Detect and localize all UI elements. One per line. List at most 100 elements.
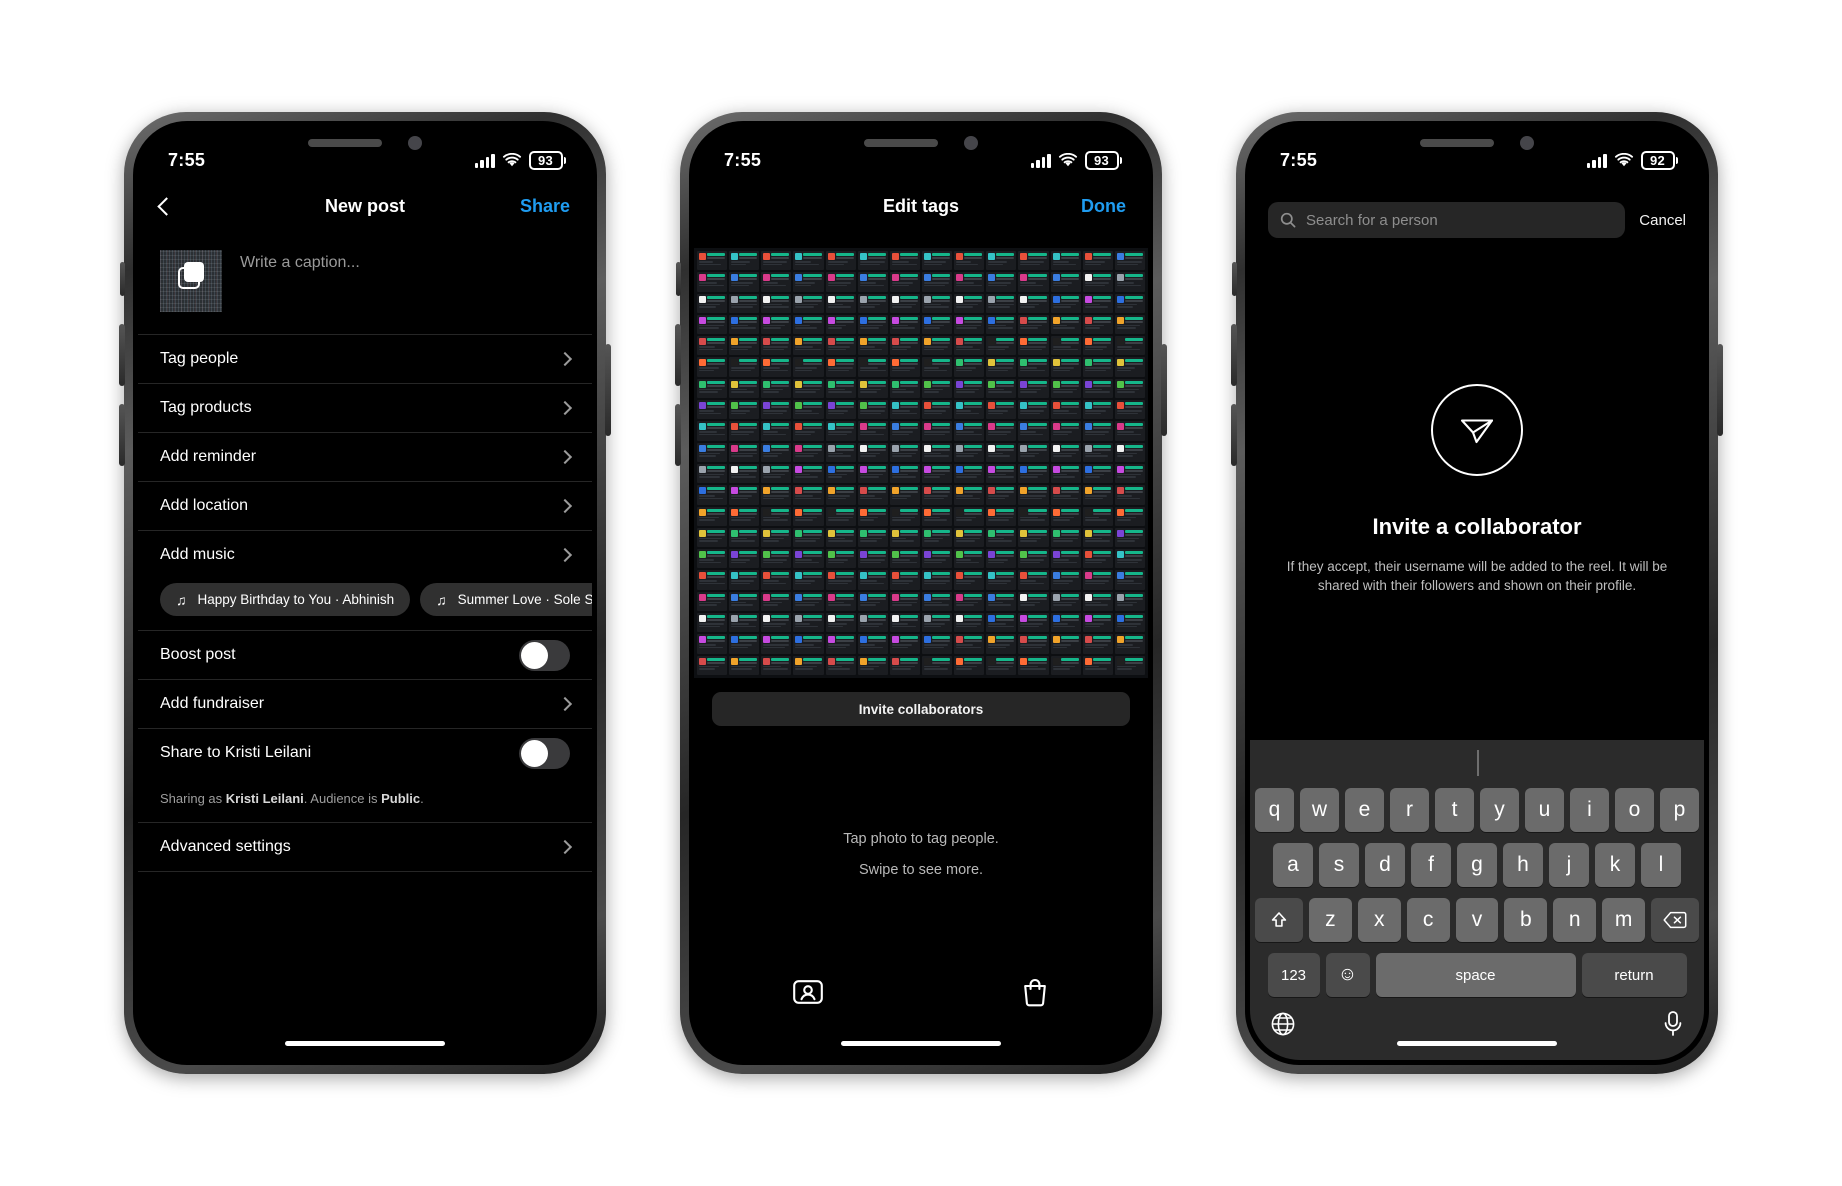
photo-grid-cell[interactable]	[825, 485, 856, 505]
volume-down-button[interactable]	[1231, 404, 1237, 466]
photo-grid-cell[interactable]	[986, 357, 1017, 377]
mute-switch[interactable]	[1232, 262, 1237, 296]
photo-grid-cell[interactable]	[729, 634, 760, 654]
photo-grid-cell[interactable]	[954, 463, 985, 484]
photo-grid-cell[interactable]	[1082, 442, 1113, 462]
photo-grid-cell[interactable]	[825, 527, 856, 548]
volume-down-button[interactable]	[119, 404, 125, 466]
photo-grid-cell[interactable]	[825, 272, 856, 292]
photo-grid-cell[interactable]	[1018, 591, 1049, 612]
photo-grid-cell[interactable]	[729, 442, 760, 462]
photo-grid-cell[interactable]	[761, 400, 792, 420]
photo-grid-cell[interactable]	[825, 463, 856, 484]
photo-grid-cell[interactable]	[954, 421, 985, 441]
music-chip[interactable]: ♫ Happy Birthday to You · Abhinish	[160, 583, 411, 616]
photo-grid-cell[interactable]	[697, 357, 728, 377]
photo-grid-cell[interactable]	[697, 400, 728, 420]
photo-grid-cell[interactable]	[921, 463, 953, 484]
photo-grid-cell[interactable]	[1114, 314, 1145, 335]
photo-grid-cell[interactable]	[793, 570, 824, 590]
home-indicator[interactable]	[1397, 1041, 1557, 1046]
row-share-to-profile[interactable]: Share to Kristi Leilani	[138, 729, 592, 777]
photo-grid-cell[interactable]	[761, 251, 792, 271]
photo-grid-cell[interactable]	[921, 442, 953, 462]
dictation-key[interactable]	[1662, 1010, 1684, 1038]
key-b[interactable]: b	[1504, 898, 1548, 942]
photo-grid-cell[interactable]	[761, 613, 792, 633]
photo-grid-cell[interactable]	[825, 293, 856, 313]
photo-grid-cell[interactable]	[1018, 357, 1049, 377]
photo-grid-cell[interactable]	[1018, 634, 1049, 654]
photo-grid-cell[interactable]	[921, 314, 953, 335]
photo-grid-cell[interactable]	[793, 527, 824, 548]
photo-grid-cell[interactable]	[921, 506, 953, 526]
photo-grid-cell[interactable]	[1082, 378, 1113, 399]
key-u[interactable]: u	[1525, 788, 1564, 832]
photo-grid-cell[interactable]	[1114, 293, 1145, 313]
photo-grid-cell[interactable]	[761, 527, 792, 548]
photo-grid-cell[interactable]	[889, 336, 920, 356]
photo-grid-cell[interactable]	[729, 506, 760, 526]
share-to-profile-toggle[interactable]	[519, 737, 570, 769]
photo-grid-cell[interactable]	[761, 272, 792, 292]
photo-grid-cell[interactable]	[857, 336, 888, 356]
photo-grid-cell[interactable]	[1082, 634, 1113, 654]
photo-grid-cell[interactable]	[729, 527, 760, 548]
photo-grid-cell[interactable]	[1082, 251, 1113, 271]
numbers-key[interactable]: 123	[1267, 953, 1320, 997]
photo-grid-cell[interactable]	[889, 485, 920, 505]
photo-grid-cell[interactable]	[1018, 421, 1049, 441]
photo-grid-cell[interactable]	[1018, 506, 1049, 526]
row-tag-products[interactable]: Tag products	[138, 384, 592, 432]
photo-grid-cell[interactable]	[986, 549, 1017, 569]
photo-grid-cell[interactable]	[921, 485, 953, 505]
photo-grid-cell[interactable]	[889, 357, 920, 377]
photo-grid-cell[interactable]	[921, 357, 953, 377]
photo-grid-cell[interactable]	[889, 421, 920, 441]
boost-post-toggle[interactable]	[519, 639, 570, 671]
photo-grid-cell[interactable]	[954, 442, 985, 462]
photo-grid-cell[interactable]	[1018, 272, 1049, 292]
photo-grid-cell[interactable]	[954, 506, 985, 526]
tag-products-tab[interactable]	[921, 962, 1148, 1022]
photo-grid-cell[interactable]	[857, 485, 888, 505]
photo-grid-cell[interactable]	[1114, 570, 1145, 590]
photo-grid-cell[interactable]	[793, 378, 824, 399]
photo-grid-cell[interactable]	[889, 591, 920, 612]
photo-grid-cell[interactable]	[729, 400, 760, 420]
key-s[interactable]: s	[1319, 843, 1359, 887]
photo-grid-cell[interactable]	[1114, 463, 1145, 484]
photo-grid-cell[interactable]	[1114, 485, 1145, 505]
photo-grid-cell[interactable]	[697, 314, 728, 335]
photo-grid-cell[interactable]	[1050, 272, 1081, 292]
photo-grid-cell[interactable]	[954, 485, 985, 505]
photo-grid-cell[interactable]	[857, 591, 888, 612]
photo-grid-cell[interactable]	[1114, 527, 1145, 548]
photo-grid-cell[interactable]	[986, 591, 1017, 612]
photo-grid-cell[interactable]	[954, 549, 985, 569]
row-add-fundraiser[interactable]: Add fundraiser	[138, 680, 592, 728]
photo-grid-cell[interactable]	[954, 634, 985, 654]
photo-grid-cell[interactable]	[921, 421, 953, 441]
photo-grid-cell[interactable]	[954, 357, 985, 377]
photo-grid-cell[interactable]	[761, 655, 792, 675]
key-y[interactable]: y	[1480, 788, 1519, 832]
invite-collaborators-button[interactable]: Invite collaborators	[712, 692, 1130, 726]
photo-grid-cell[interactable]	[857, 378, 888, 399]
done-button[interactable]: Done	[1081, 196, 1126, 217]
photo-grid-cell[interactable]	[697, 527, 728, 548]
photo-grid-cell[interactable]	[793, 336, 824, 356]
photo-grid-cell[interactable]	[697, 655, 728, 675]
photo-grid-cell[interactable]	[986, 570, 1017, 590]
photo-grid-cell[interactable]	[921, 527, 953, 548]
home-indicator[interactable]	[285, 1041, 445, 1046]
photo-grid-cell[interactable]	[889, 400, 920, 420]
photo-grid-cell[interactable]	[921, 655, 953, 675]
photo-grid-cell[interactable]	[761, 506, 792, 526]
photo-grid-cell[interactable]	[857, 634, 888, 654]
photo-grid-cell[interactable]	[1050, 527, 1081, 548]
photo-grid-cell[interactable]	[1082, 549, 1113, 569]
key-n[interactable]: n	[1553, 898, 1597, 942]
photo-grid-cell[interactable]	[761, 314, 792, 335]
photo-grid-cell[interactable]	[729, 357, 760, 377]
